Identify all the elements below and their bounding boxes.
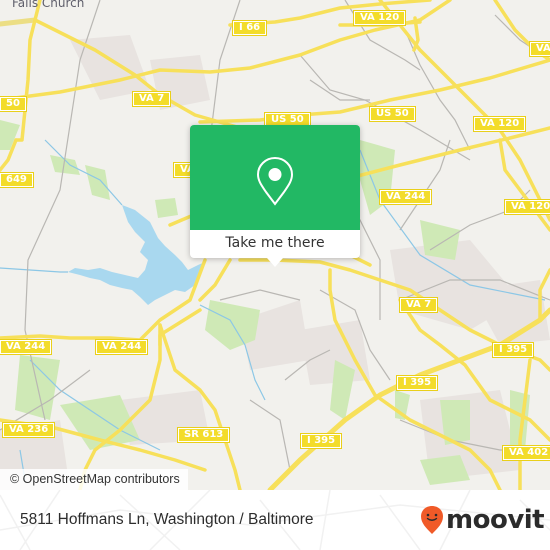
road-shield: VA 120 [352,10,407,26]
major-roads-casing [0,17,38,27]
moovit-smiley-pin-icon [421,506,443,534]
road-shield: I 395 [395,375,439,391]
popup-pointer [267,258,283,267]
take-me-there-button[interactable]: Take me there [190,230,360,258]
moovit-wordmark: moovit [446,505,545,535]
road-shield: SR 613 [176,427,231,443]
location-pin-icon [256,156,294,206]
road-shield: US 50 [369,106,416,122]
road-shield: 50 [0,96,27,112]
popup-header [190,125,360,230]
footer-bar: 5811 Hoffmans Ln, Washington / Baltimore… [0,490,550,550]
road-shield: VA 120 [503,199,550,215]
map-view[interactable]: Falls Church I 66 VA 120 US 50 VA 7 US 5… [0,0,550,490]
map-attribution[interactable]: © OpenStreetMap contributors [0,469,188,490]
road-shield: 649 [0,172,34,188]
location-popup: Take me there [190,125,360,267]
place-label-falls-church: Falls Church [12,0,85,10]
road-shield: VA [529,41,550,57]
road-shield: VA 244 [0,339,53,355]
road-shield: VA 120 [472,116,527,132]
road-shield: I 395 [299,433,343,449]
road-shield: I 395 [491,342,535,358]
road-shield: VA 244 [94,339,149,355]
road-shield: VA 7 [131,91,172,107]
road-shield: VA 244 [378,189,433,205]
address-text: 5811 Hoffmans Ln, Washington / Baltimore [20,511,314,528]
road-shield: VA 236 [1,422,56,438]
road-shield: I 66 [231,20,268,36]
road-shield: VA 7 [398,297,439,313]
road-shield: VA 402 [501,445,550,461]
